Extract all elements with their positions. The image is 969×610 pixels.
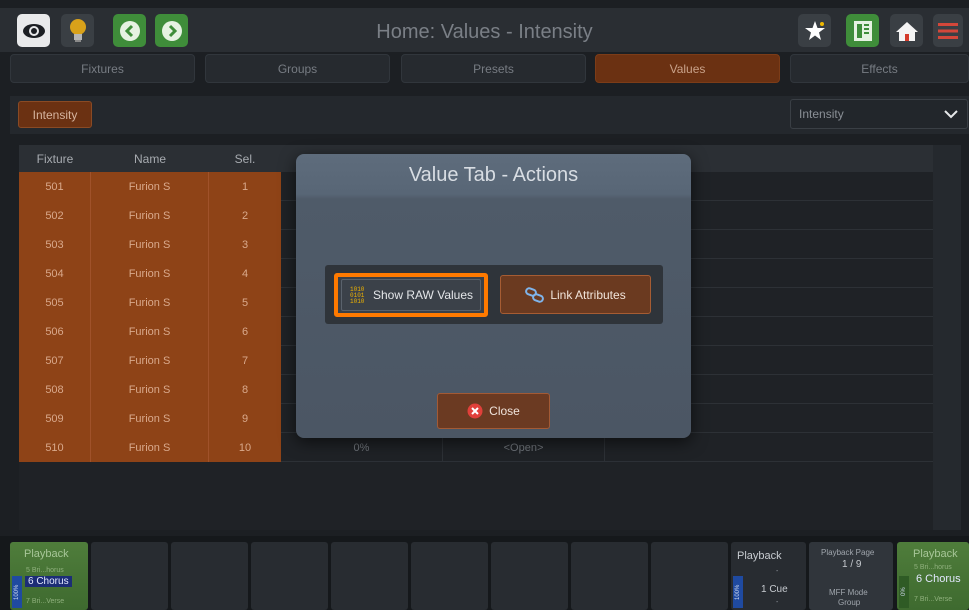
name-cell: Furion S	[91, 317, 209, 346]
fixture-cell: 502	[19, 201, 91, 230]
playback-center-cue: 1 Cue	[761, 584, 788, 595]
playback-slot[interactable]	[91, 542, 168, 610]
name-cell: Furion S	[91, 230, 209, 259]
fixture-cell: 503	[19, 230, 91, 259]
header-name[interactable]: Name	[91, 145, 209, 172]
filter-row: Intensity Intensity	[10, 96, 969, 134]
sel-cell: 1	[209, 172, 281, 201]
playback-slot[interactable]	[571, 542, 648, 610]
close-icon	[467, 403, 483, 419]
playback-right-current: 6 Chorus	[916, 573, 961, 585]
tab-values[interactable]: Values	[595, 54, 780, 83]
sel-cell: 10	[209, 433, 281, 462]
binary-icon: 1010 0101 1010	[350, 286, 365, 305]
svg-text:1010: 1010	[350, 298, 365, 305]
header-fixture[interactable]: Fixture	[19, 145, 91, 172]
name-cell: Furion S	[91, 288, 209, 317]
table-empty-area	[19, 477, 933, 530]
close-label: Close	[489, 404, 520, 418]
playback-left[interactable]: Playback 5 Bri...horus 6 Chorus 7 Bri...…	[10, 542, 88, 610]
playback-left-prev: 5 Bri...horus	[26, 567, 64, 574]
fixture-cell: 505	[19, 288, 91, 317]
attribute-select-value: Intensity	[799, 107, 844, 121]
chevron-down-icon	[944, 110, 958, 119]
playback-center[interactable]: Playback - 1 Cue - 100%	[731, 542, 806, 610]
star-icon[interactable]	[798, 14, 831, 47]
playback-right-title: Playback	[913, 548, 958, 560]
playback-right-level: 0%	[899, 576, 909, 608]
playback-bar: Playback 5 Bri...horus 6 Chorus 7 Bri...…	[0, 536, 969, 610]
close-button[interactable]: Close	[437, 393, 550, 429]
playback-slot[interactable]	[331, 542, 408, 610]
link-attributes-label: Link Attributes	[550, 287, 626, 302]
tab-bar: Fixtures Groups Presets Values Effects	[10, 54, 969, 83]
playback-slot[interactable]	[651, 542, 728, 610]
playback-slot[interactable]	[491, 542, 568, 610]
attribute-select[interactable]: Intensity	[790, 99, 968, 129]
name-cell: Furion S	[91, 375, 209, 404]
sel-cell: 6	[209, 317, 281, 346]
name-cell: Furion S	[91, 201, 209, 230]
tab-groups[interactable]: Groups	[205, 54, 390, 83]
actions-dialog: Value Tab - Actions 1010 0101 1010 Show …	[296, 154, 691, 438]
sel-cell: 2	[209, 201, 281, 230]
sel-cell: 7	[209, 346, 281, 375]
playback-left-title: Playback	[24, 548, 69, 560]
playback-center-title: Playback	[737, 550, 782, 562]
name-cell: Furion S	[91, 346, 209, 375]
menu-icon[interactable]	[933, 14, 963, 47]
playback-page-value: 1 / 9	[842, 559, 862, 570]
top-bar: Home: Values - Intensity	[0, 8, 969, 52]
playback-page-label: Playback Page	[821, 548, 875, 557]
table-scrollbar[interactable]	[933, 145, 961, 530]
name-cell: Furion S	[91, 172, 209, 201]
home-icon[interactable]	[890, 14, 923, 47]
list-icon[interactable]	[846, 14, 879, 47]
playback-right-prev: 5 Bri...horus	[914, 564, 952, 571]
fixture-cell: 507	[19, 346, 91, 375]
name-cell: Furion S	[91, 259, 209, 288]
playback-page[interactable]: Playback Page 1 / 9 MFF Mode Group	[809, 542, 893, 610]
playback-left-current: 6 Chorus	[25, 576, 72, 587]
playback-slot[interactable]	[411, 542, 488, 610]
link-icon	[525, 286, 545, 303]
mff-mode-value: Group	[838, 598, 861, 607]
playback-slot[interactable]	[171, 542, 248, 610]
fixture-cell: 508	[19, 375, 91, 404]
fixture-cell: 504	[19, 259, 91, 288]
playback-center-dash-bottom: -	[776, 599, 779, 606]
fixture-cell: 509	[19, 404, 91, 433]
playback-center-level: 100%	[733, 576, 743, 608]
mff-mode-label: MFF Mode	[829, 588, 868, 597]
sel-cell: 5	[209, 288, 281, 317]
playback-center-dash-top: -	[776, 568, 779, 575]
tab-effects[interactable]: Effects	[790, 54, 969, 83]
intensity-filter-button[interactable]: Intensity	[18, 101, 92, 128]
sel-cell: 8	[209, 375, 281, 404]
fixture-cell: 510	[19, 433, 91, 462]
playback-right-next: 7 Bri...Verse	[914, 596, 953, 603]
playback-left-level: 100%	[12, 576, 22, 608]
tab-fixtures[interactable]: Fixtures	[10, 54, 195, 83]
action-panel: 1010 0101 1010 Show RAW Values Link Attr…	[325, 265, 663, 324]
header-sel[interactable]: Sel.	[209, 145, 281, 172]
sel-cell: 4	[209, 259, 281, 288]
app-window: Home: Values - Intensity Fixtures Groups…	[0, 0, 969, 610]
show-raw-values-highlight: 1010 0101 1010 Show RAW Values	[334, 273, 488, 317]
playback-left-next: 7 Bri...Verse	[26, 598, 65, 605]
show-raw-values-label: Show RAW Values	[372, 288, 474, 302]
playback-right[interactable]: Playback 5 Bri...horus 6 Chorus 7 Bri...…	[897, 542, 969, 610]
dialog-title: Value Tab - Actions	[408, 164, 579, 186]
name-cell: Furion S	[91, 404, 209, 433]
fixture-cell: 501	[19, 172, 91, 201]
name-cell: Furion S	[91, 433, 209, 462]
show-raw-values-button[interactable]: 1010 0101 1010 Show RAW Values	[341, 279, 481, 311]
tab-presets[interactable]: Presets	[401, 54, 586, 83]
link-attributes-button[interactable]: Link Attributes	[500, 275, 651, 314]
sel-cell: 9	[209, 404, 281, 433]
playback-slot[interactable]	[251, 542, 328, 610]
fixture-cell: 506	[19, 317, 91, 346]
sel-cell: 3	[209, 230, 281, 259]
